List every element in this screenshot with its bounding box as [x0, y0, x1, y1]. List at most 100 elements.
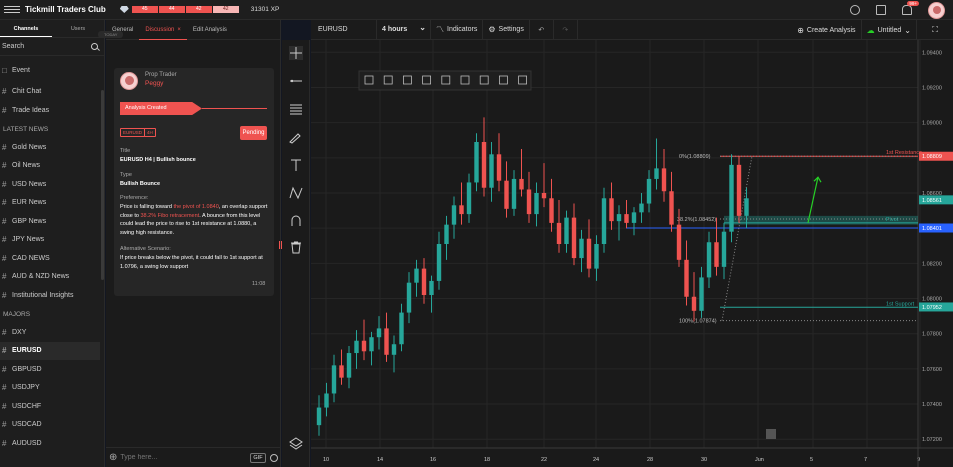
candle-body[interactable]	[556, 222, 562, 244]
candle-body[interactable]	[384, 328, 389, 355]
candle-body[interactable]	[466, 182, 472, 215]
sidebar-item-dxy[interactable]: # DXY	[0, 323, 100, 341]
sidebar-item-gbp-news[interactable]: # GBP News	[0, 212, 100, 230]
trash-icon[interactable]	[289, 240, 303, 254]
sidebar-item-usdcad[interactable]: # USDCAD	[0, 416, 100, 434]
candle-body[interactable]	[646, 178, 652, 204]
close-icon[interactable]: ×	[177, 27, 181, 33]
candle-body[interactable]	[571, 217, 577, 259]
candle-body[interactable]	[624, 214, 629, 223]
candle-body[interactable]	[639, 203, 644, 213]
candle-body[interactable]	[436, 244, 442, 281]
sidebar-item-eur-news[interactable]: # EUR News	[0, 194, 100, 212]
tab-users[interactable]: Users	[52, 20, 104, 37]
candle-body[interactable]	[601, 198, 607, 244]
candle-body[interactable]	[691, 296, 697, 311]
sidebar-item-trade-ideas[interactable]: # Trade Ideas	[0, 101, 100, 119]
candle-body[interactable]	[429, 280, 434, 295]
candle-body[interactable]	[721, 231, 727, 267]
sidebar-item-institutional-insights[interactable]: # Institutional Insights	[0, 286, 100, 304]
tab-discussion[interactable]: Discussion ×	[139, 20, 187, 40]
candle-body[interactable]	[331, 365, 337, 394]
candle-body[interactable]	[714, 242, 719, 267]
candle-body[interactable]	[616, 214, 622, 222]
sidebar-item-gbpusd[interactable]: # GBPUSD	[0, 360, 100, 378]
fullscreen-button[interactable]: ⛶	[917, 20, 953, 40]
horizontal-line-icon[interactable]	[289, 74, 303, 88]
mail-icon[interactable]	[876, 5, 886, 15]
candle-body[interactable]	[534, 193, 539, 215]
pattern-icon[interactable]	[289, 186, 303, 200]
globe-icon[interactable]	[850, 5, 860, 15]
sidebar-item-audusd[interactable]: # AUDUSD	[0, 434, 100, 452]
settings-button[interactable]: ⚙ Settings	[483, 19, 530, 40]
candle-body[interactable]	[511, 178, 517, 209]
candle-body[interactable]	[496, 154, 502, 181]
candle-body[interactable]	[444, 224, 449, 244]
author-avatar[interactable]	[120, 72, 138, 90]
candle-body[interactable]	[541, 193, 547, 199]
candle-body[interactable]	[414, 268, 419, 283]
user-avatar[interactable]	[928, 1, 945, 19]
chart-canvas[interactable]: 1.094001.092001.090001.088001.086001.084…	[311, 40, 953, 467]
indicators-button[interactable]: 〽 Indicators	[431, 19, 484, 40]
emoji-icon[interactable]	[269, 453, 278, 462]
candle-body[interactable]	[684, 259, 689, 297]
search-bar[interactable]: Search	[0, 38, 104, 56]
sidebar-item-aud-nzd-news[interactable]: # AUD & NZD News	[0, 268, 100, 286]
symbol-search[interactable]: EURUSD	[311, 19, 377, 40]
menu-icon[interactable]	[4, 6, 20, 13]
candle-body[interactable]	[669, 191, 674, 225]
candle-body[interactable]	[676, 224, 682, 260]
candle-body[interactable]	[354, 340, 359, 354]
candle-body[interactable]	[391, 344, 397, 355]
layout-select[interactable]: ☁ Untitled ⌄	[862, 20, 917, 40]
candle-body[interactable]	[744, 198, 749, 216]
candle-body[interactable]	[504, 180, 509, 209]
candle-body[interactable]	[519, 178, 524, 190]
candle-body[interactable]	[736, 164, 742, 216]
add-icon[interactable]: ⊕	[109, 452, 117, 463]
sidebar-item-usdchf[interactable]: # USDCHF	[0, 397, 100, 415]
candle-body[interactable]	[489, 154, 494, 188]
sidebar-item-jpy-news[interactable]: # JPY News	[0, 231, 100, 249]
idea-marker-icon[interactable]	[766, 429, 776, 439]
candle-body[interactable]	[661, 168, 667, 192]
candle-body[interactable]	[399, 312, 404, 345]
layers-icon[interactable]	[289, 436, 303, 450]
sidebar-item-usdjpy[interactable]: # USDJPY	[0, 379, 100, 397]
tab-channels[interactable]: Channels	[0, 20, 52, 37]
sidebar-item-usd-news[interactable]: # USD News	[0, 175, 100, 193]
search-icon[interactable]	[91, 43, 98, 50]
candle-body[interactable]	[376, 328, 382, 338]
candle-body[interactable]	[706, 242, 712, 278]
price-chart[interactable]: 1.094001.092001.090001.088001.086001.084…	[311, 40, 953, 467]
undo-button[interactable]: ↶	[530, 19, 554, 40]
sidebar-item-eurusd[interactable]: # EURUSD	[0, 341, 100, 360]
text-tool-icon[interactable]	[289, 158, 303, 172]
candle-body[interactable]	[526, 189, 532, 215]
candle-body[interactable]	[324, 393, 329, 408]
bell-icon[interactable]: 99+	[902, 1, 919, 15]
candle-body[interactable]	[451, 205, 457, 225]
candle-body[interactable]	[579, 238, 584, 259]
candle-body[interactable]	[316, 407, 322, 426]
sidebar-item-gold-news[interactable]: # Gold News	[0, 138, 100, 156]
redo-button[interactable]: ↷	[554, 19, 578, 40]
candle-body[interactable]	[549, 198, 554, 223]
candle-body[interactable]	[729, 164, 734, 232]
sidebar-item-oil-news[interactable]: # Oil News	[0, 157, 100, 175]
candle-body[interactable]	[631, 212, 637, 223]
sidebar-item-chit-chat[interactable]: # Chit Chat	[0, 83, 100, 101]
tab-edit-analysis[interactable]: Edit Analysis	[187, 20, 233, 40]
candle-body[interactable]	[421, 268, 427, 295]
brush-icon[interactable]	[289, 130, 303, 144]
sidebar-item-cad-news[interactable]: # CAD NEWS	[0, 249, 100, 267]
magnet-icon[interactable]	[289, 214, 303, 228]
candle-body[interactable]	[654, 168, 659, 179]
sidebar-scrollbar[interactable]	[101, 90, 104, 280]
candle-body[interactable]	[564, 217, 569, 244]
candle-body[interactable]	[459, 205, 464, 215]
fib-retracement-icon[interactable]	[289, 102, 303, 116]
message-input[interactable]	[120, 454, 241, 461]
